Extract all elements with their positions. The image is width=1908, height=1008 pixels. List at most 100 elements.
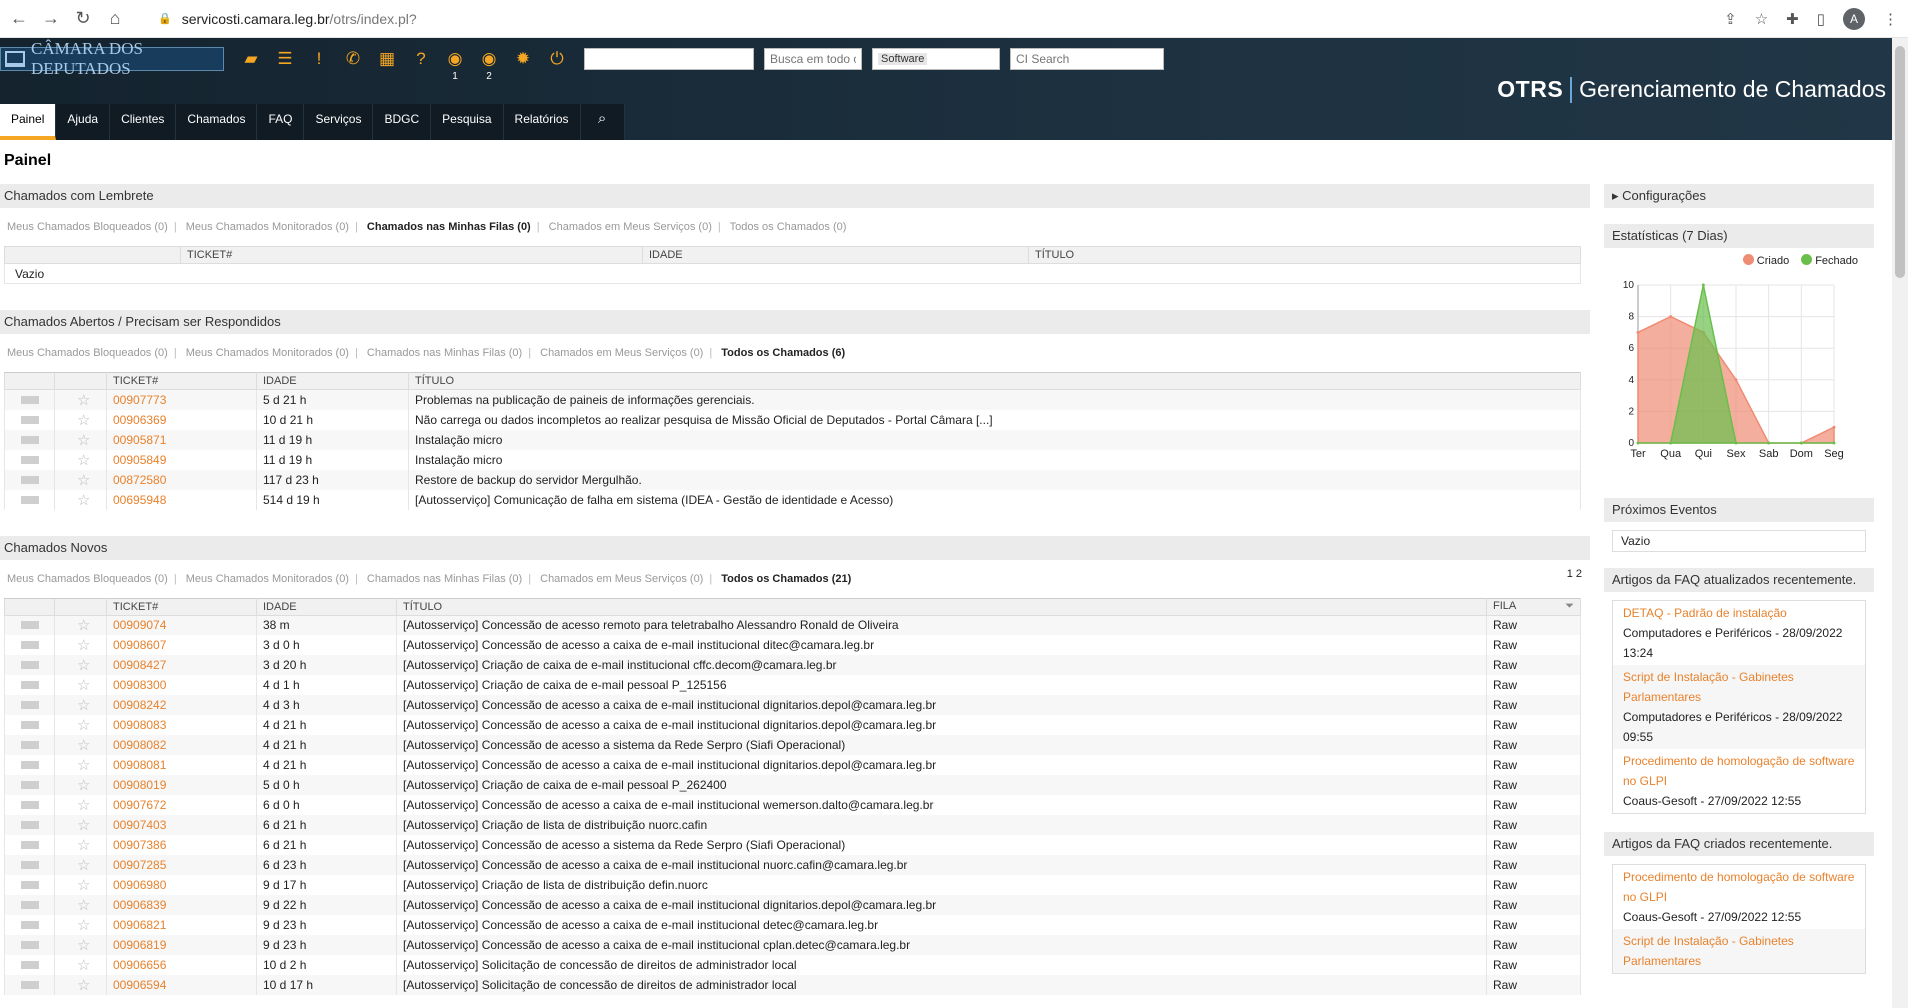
- nav-painel[interactable]: Painel: [0, 104, 57, 140]
- filter-all[interactable]: Todos os Chamados (0): [730, 221, 847, 233]
- ticket-title[interactable]: [Autosserviço] Concessão de acesso a sis…: [403, 838, 845, 852]
- ticket-title[interactable]: [Autosserviço] Concessão de acesso a cai…: [403, 798, 933, 812]
- star-icon[interactable]: ☆: [54, 815, 107, 835]
- table-row[interactable]: ☆ 00906369 10 d 21 h Não carrega ou dados i…: [4, 409, 1581, 430]
- star-icon[interactable]: ☆: [54, 915, 107, 935]
- table-row[interactable]: ☆ 00908019 5 d 0 h [Autosserviço] Criação d…: [4, 775, 1581, 795]
- fulltext-search-input[interactable]: [764, 48, 862, 70]
- sidepanel-icon[interactable]: ▯: [1817, 10, 1825, 28]
- star-icon[interactable]: ☆: [54, 469, 107, 490]
- table-row[interactable]: ☆ 00906819 9 d 23 h [Autosserviço] Concessã…: [4, 935, 1581, 955]
- ticket-number[interactable]: 00907403: [113, 818, 166, 832]
- table-row[interactable]: ☆ 00909074 38 m [Autosserviço] Concessão de…: [4, 615, 1581, 635]
- dashboard-grid-icon[interactable]: ▦: [370, 42, 404, 76]
- col-titulo[interactable]: TÍTULO: [396, 597, 1487, 616]
- power-icon[interactable]: ⏻: [540, 42, 574, 76]
- faq-title-link[interactable]: Script de Instalação - Gabinetes Parlame…: [1623, 931, 1855, 971]
- star-icon[interactable]: ☆: [54, 489, 107, 510]
- faq-title-link[interactable]: Script de Instalação - Gabinetes Parlame…: [1623, 667, 1855, 707]
- filter-watched[interactable]: Meus Chamados Monitorados (0): [186, 221, 349, 233]
- ticket-number[interactable]: 00908607: [113, 638, 166, 652]
- list-icon[interactable]: ☰: [268, 42, 302, 76]
- ticket-title[interactable]: [Autosserviço] Concessão de acesso a cai…: [403, 758, 936, 772]
- ticket-number[interactable]: 00906594: [113, 978, 166, 992]
- legend-fechado[interactable]: Fechado: [1801, 254, 1858, 267]
- config-toggle[interactable]: ▸ Configurações: [1604, 184, 1874, 208]
- star-icon[interactable]: ☆: [54, 429, 107, 450]
- filter-watched[interactable]: Meus Chamados Monitorados (0): [186, 573, 349, 585]
- filter-my-services[interactable]: Chamados em Meus Serviços (0): [540, 573, 703, 585]
- ticket-number[interactable]: 00908427: [113, 658, 166, 672]
- ticket-title[interactable]: Instalação micro: [415, 453, 502, 467]
- ticket-number[interactable]: 00907773: [113, 393, 166, 407]
- filter-locked[interactable]: Meus Chamados Bloqueados (0): [7, 221, 168, 233]
- extensions-icon[interactable]: ✚: [1786, 10, 1799, 28]
- ticket-number[interactable]: 00905871: [113, 433, 166, 447]
- table-row[interactable]: ☆ 00906821 9 d 23 h [Autosserviço] Concessã…: [4, 915, 1581, 935]
- faq-title-link[interactable]: DETAQ - Padrão de instalação: [1623, 603, 1855, 623]
- star-icon[interactable]: ☆: [54, 935, 107, 955]
- ticket-title[interactable]: [Autosserviço] Concessão de acesso remot…: [403, 618, 899, 632]
- star-icon[interactable]: ☆: [54, 715, 107, 735]
- profile-avatar[interactable]: A: [1843, 8, 1865, 30]
- ticket-title[interactable]: Instalação micro: [415, 433, 502, 447]
- ticket-title[interactable]: [Autosserviço] Criação de caixa de e-mai…: [403, 658, 836, 672]
- ticket-title[interactable]: [Autosserviço] Comunicação de falha em s…: [415, 493, 893, 507]
- ticket-title[interactable]: [Autosserviço] Criação de caixa de e-mai…: [403, 778, 727, 792]
- address-bar[interactable]: 🔒 servicosti.camara.leg.br/otrs/index.pl…: [158, 11, 417, 27]
- star-icon[interactable]: ☆: [54, 615, 107, 635]
- reload-icon[interactable]: ↻: [70, 8, 96, 29]
- phone-icon[interactable]: ✆: [336, 42, 370, 76]
- star-icon[interactable]: ☆: [54, 855, 107, 875]
- col-fila[interactable]: FILA ⏷: [1486, 597, 1581, 616]
- table-row[interactable]: ☆ 00905849 11 d 19 h Instalação micro: [4, 449, 1581, 470]
- table-row[interactable]: ☆ 00908242 4 d 3 h [Autosserviço] Concessão…: [4, 695, 1581, 715]
- nav-pesquisa[interactable]: Pesquisa: [431, 104, 504, 140]
- table-row[interactable]: ☆ 00908081 4 d 21 h [Autosserviço] Concessã…: [4, 755, 1581, 775]
- ticket-number[interactable]: 00908083: [113, 718, 166, 732]
- ticket-title[interactable]: [Autosserviço] Concessão de acesso a cai…: [403, 938, 910, 952]
- star-icon[interactable]: ☆: [54, 675, 107, 695]
- ticket-title[interactable]: [Autosserviço] Criação de lista de distr…: [403, 878, 708, 892]
- filter-locked[interactable]: Meus Chamados Bloqueados (0): [7, 347, 168, 359]
- star-icon[interactable]: ☆: [54, 955, 107, 975]
- col-idade[interactable]: IDADE: [256, 372, 409, 390]
- faq-title-link[interactable]: Procedimento de homologação de software …: [1623, 751, 1855, 791]
- star-icon[interactable]: ☆: [54, 775, 107, 795]
- ticket-title[interactable]: [Autosserviço] Solicitação de concessão …: [403, 958, 797, 972]
- table-row[interactable]: ☆ 00695948 514 d 19 h [Autosserviço] Comuni…: [4, 489, 1581, 510]
- ticket-title[interactable]: [Autosserviço] Concessão de acesso a cai…: [403, 638, 874, 652]
- ticket-title[interactable]: [Autosserviço] Criação de lista de distr…: [403, 818, 707, 832]
- col-idade[interactable]: IDADE: [256, 597, 397, 616]
- scrollbar-thumb[interactable]: [1895, 46, 1905, 278]
- star-icon[interactable]: ☆: [54, 975, 107, 995]
- star-icon[interactable]: ☆: [54, 835, 107, 855]
- share-icon[interactable]: ⇪: [1724, 10, 1737, 28]
- nav-faq[interactable]: FAQ: [257, 104, 305, 140]
- star-icon[interactable]: ☆: [54, 449, 107, 470]
- table-row[interactable]: ☆ 00907773 5 d 21 h Problemas na publicação…: [4, 389, 1581, 410]
- col-ticket[interactable]: TICKET#: [106, 597, 257, 616]
- ticket-title[interactable]: [Autosserviço] Concessão de acesso a cai…: [403, 718, 936, 732]
- gear-icon[interactable]: ✹: [506, 42, 540, 76]
- ticket-number[interactable]: 00907285: [113, 858, 166, 872]
- filter-my-services[interactable]: Chamados em Meus Serviços (0): [549, 221, 712, 233]
- ticket-title[interactable]: [Autosserviço] Concessão de acesso a cai…: [403, 918, 878, 932]
- table-row[interactable]: ☆ 00907672 6 d 0 h [Autosserviço] Concessão…: [4, 795, 1581, 815]
- ticket-number[interactable]: 00906369: [113, 413, 166, 427]
- nav-chamados[interactable]: Chamados: [176, 104, 258, 140]
- ticket-number[interactable]: 00908019: [113, 778, 166, 792]
- ticket-number[interactable]: 00695948: [113, 493, 166, 507]
- ticket-number[interactable]: 00908242: [113, 698, 166, 712]
- ticket-number[interactable]: 00909074: [113, 618, 166, 632]
- ticket-title[interactable]: [Autosserviço] Concessão de acesso a cai…: [403, 698, 936, 712]
- table-row[interactable]: ☆ 00908300 4 d 1 h [Autosserviço] Criação d…: [4, 675, 1581, 695]
- table-row[interactable]: ☆ 00906594 10 d 17 h [Autosserviço] Solicit…: [4, 975, 1581, 995]
- ci-search-input[interactable]: [1010, 48, 1164, 70]
- ticket-number[interactable]: 00907386: [113, 838, 166, 852]
- software-search-field[interactable]: Software: [872, 48, 1000, 70]
- watched-icon[interactable]: ◉ 2: [472, 42, 506, 82]
- table-row[interactable]: ☆ 00908427 3 d 20 h [Autosserviço] Criação …: [4, 655, 1581, 675]
- filter-icon[interactable]: ⏷: [1565, 600, 1574, 613]
- table-row[interactable]: ☆ 00906980 9 d 17 h [Autosserviço] Criação …: [4, 875, 1581, 895]
